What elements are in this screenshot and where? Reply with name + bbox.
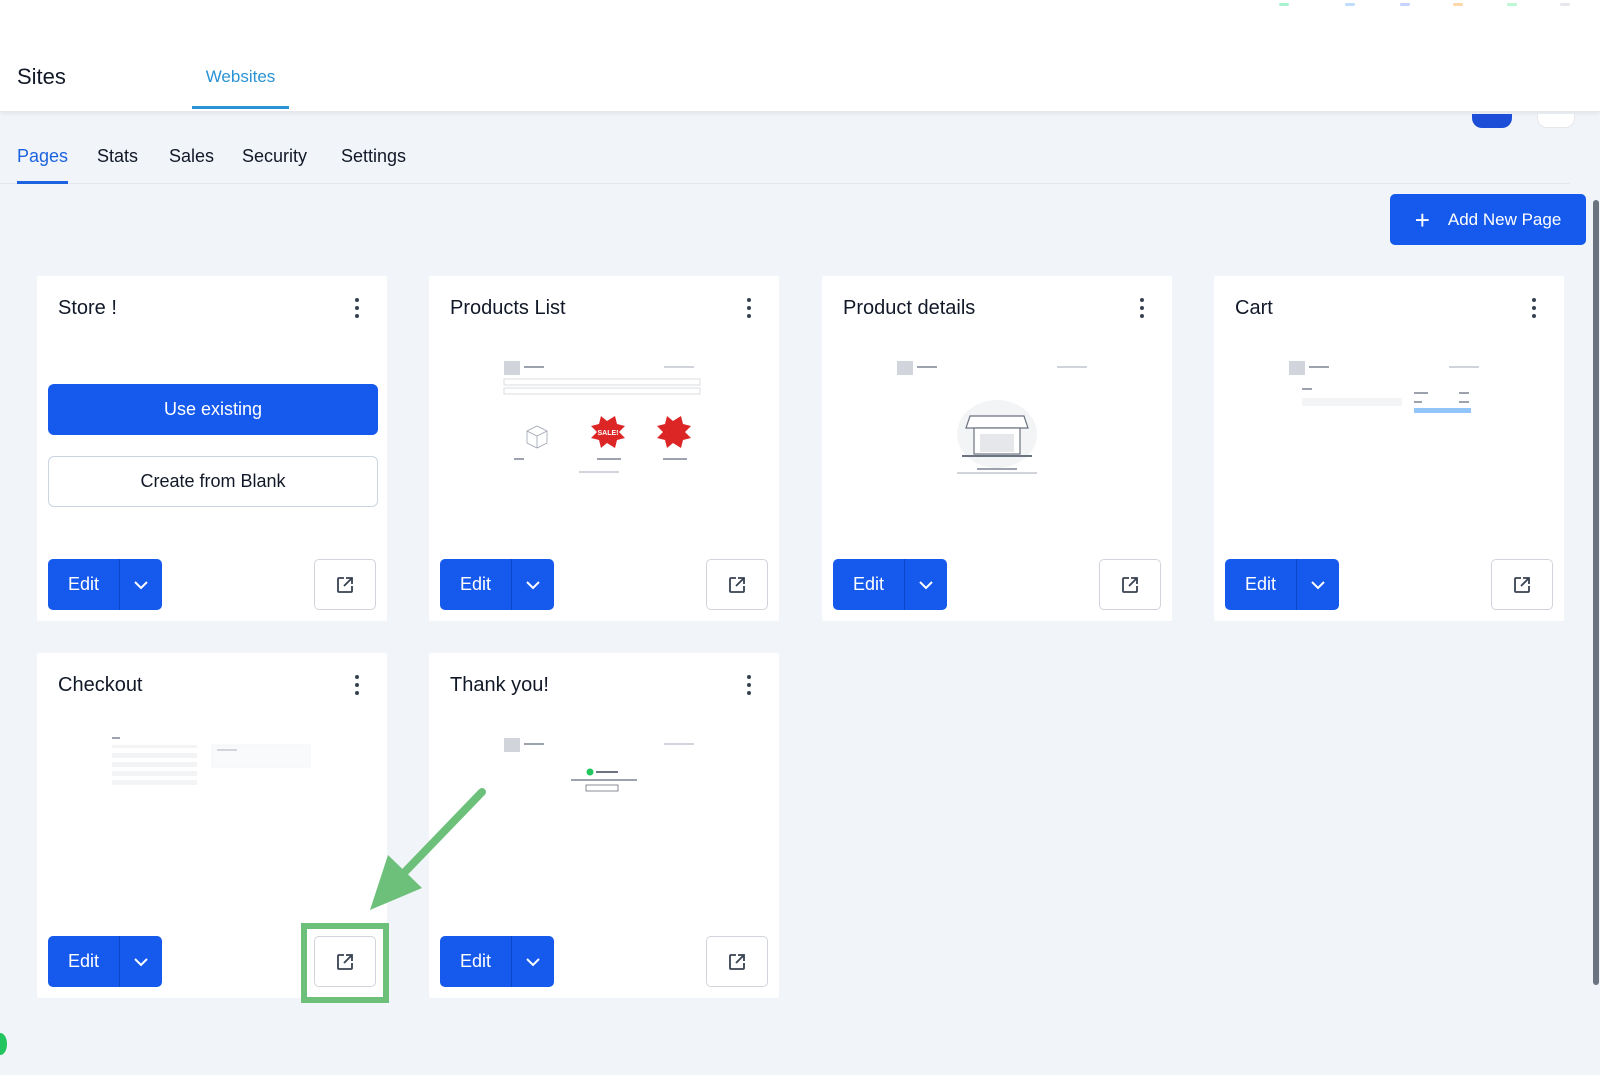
- kebab-menu-icon[interactable]: [351, 298, 363, 318]
- external-link-icon: [1122, 576, 1138, 593]
- page-thumbnail: [1289, 361, 1479, 413]
- edit-button[interactable]: Edit: [833, 559, 905, 610]
- kebab-menu-icon[interactable]: [1528, 298, 1540, 318]
- page-thumbnail: [504, 738, 694, 792]
- sub-tab-bar: Pages Stats Sales Security Settings: [0, 112, 1570, 184]
- edit-split-button: Edit: [833, 559, 947, 610]
- kebab-menu-icon[interactable]: [743, 298, 755, 318]
- edit-split-button: Edit: [48, 559, 162, 610]
- page-thumbnail: [897, 361, 1087, 474]
- sale-badge: SALE!: [598, 430, 619, 437]
- card-title: Checkout: [58, 674, 143, 696]
- tab-websites[interactable]: Websites: [192, 67, 289, 109]
- kebab-menu-icon[interactable]: [351, 675, 363, 695]
- open-page-button[interactable]: [1099, 559, 1161, 610]
- page-card-store: Store ! Use existing Create from Blank E…: [37, 276, 387, 621]
- top-decor: [1507, 3, 1517, 6]
- edit-split-button: Edit: [1225, 559, 1339, 610]
- card-title: Cart: [1235, 297, 1273, 319]
- annotation-arrow: [370, 788, 486, 910]
- plus-icon: +: [1414, 204, 1430, 235]
- app-title: Sites: [17, 64, 66, 89]
- page-card-cart: Cart Edit: [1214, 276, 1564, 621]
- edit-button[interactable]: Edit: [440, 936, 512, 987]
- page-thumbnail: [112, 737, 311, 785]
- edit-button[interactable]: Edit: [440, 559, 512, 610]
- chevron-down-icon[interactable]: [1297, 559, 1339, 610]
- tab-sales[interactable]: Sales: [169, 146, 214, 181]
- tab-security[interactable]: Security: [242, 146, 307, 181]
- chevron-down-icon[interactable]: [512, 559, 554, 610]
- tab-stats[interactable]: Stats: [97, 146, 138, 181]
- edit-button[interactable]: Edit: [48, 936, 120, 987]
- top-decor: [1560, 3, 1570, 6]
- card-title: Store !: [58, 297, 117, 319]
- kebab-menu-icon[interactable]: [1136, 298, 1148, 318]
- external-link-icon: [729, 953, 745, 970]
- kebab-menu-icon[interactable]: [743, 675, 755, 695]
- edit-split-button: Edit: [440, 936, 554, 987]
- external-link-icon: [1514, 576, 1530, 593]
- chevron-down-icon[interactable]: [512, 936, 554, 987]
- annotation-highlight: [301, 923, 389, 1003]
- edit-button[interactable]: Edit: [1225, 559, 1297, 610]
- card-title: Thank you!: [450, 674, 549, 696]
- chevron-down-icon[interactable]: [905, 559, 947, 610]
- edit-split-button: Edit: [48, 936, 162, 987]
- external-link-icon: [729, 576, 745, 593]
- page-thumbnail: SALE!: [503, 361, 701, 473]
- use-existing-button[interactable]: Use existing: [48, 384, 378, 435]
- open-page-button[interactable]: [706, 559, 768, 610]
- card-title: Product details: [843, 297, 976, 319]
- tab-settings[interactable]: Settings: [341, 146, 406, 181]
- scrollbar[interactable]: [1593, 200, 1599, 985]
- page-card-product-details: Product details Edit: [822, 276, 1172, 621]
- tab-pages[interactable]: Pages: [17, 146, 69, 184]
- status-indicator: [0, 1033, 7, 1055]
- external-link-icon: [337, 576, 353, 593]
- edit-button[interactable]: Edit: [48, 559, 120, 610]
- create-from-blank-button[interactable]: Create from Blank: [48, 456, 378, 507]
- top-decor: [1345, 3, 1355, 6]
- open-page-button[interactable]: [314, 559, 376, 610]
- open-page-button[interactable]: [1491, 559, 1553, 610]
- chevron-down-icon[interactable]: [120, 559, 162, 610]
- top-decor: [1453, 3, 1463, 6]
- page-card-products-list: Products List SALE! Edit: [429, 276, 779, 621]
- card-title: Products List: [450, 297, 566, 319]
- top-decor: [1400, 3, 1410, 6]
- chevron-down-icon[interactable]: [120, 936, 162, 987]
- top-bar: Sites Websites: [0, 0, 1600, 112]
- add-new-page-label: Add New Page: [1447, 209, 1562, 229]
- top-decor: [1279, 3, 1289, 6]
- add-new-page-button[interactable]: + Add New Page: [1390, 194, 1586, 245]
- open-page-button[interactable]: [706, 936, 768, 987]
- edit-split-button: Edit: [440, 559, 554, 610]
